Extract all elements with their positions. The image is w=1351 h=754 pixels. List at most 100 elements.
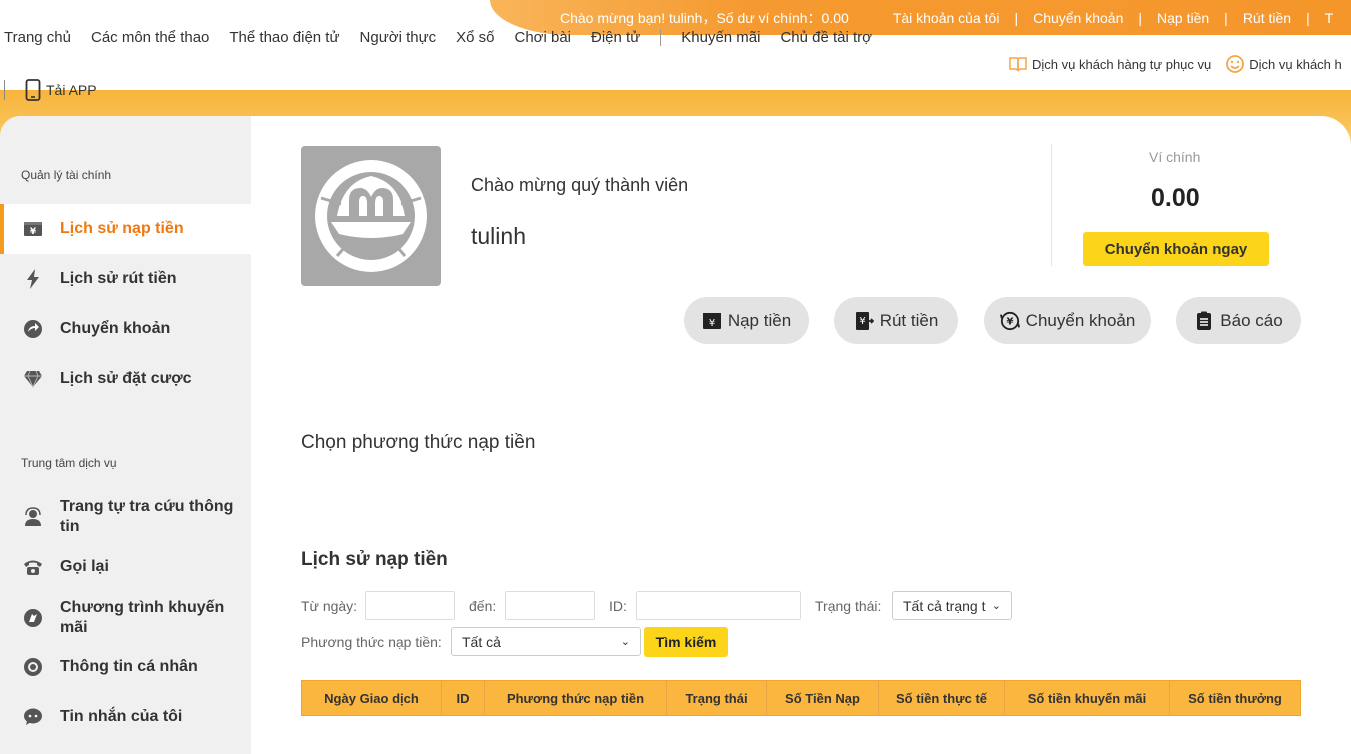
phone-icon — [23, 557, 43, 577]
transfer-button[interactable]: ¥ Chuyển khoản — [984, 297, 1151, 344]
choose-deposit-method-title: Chọn phương thức nạp tiền — [301, 432, 536, 453]
to-date-label: đến: — [469, 598, 497, 614]
service-section-title: Trung tâm dịch vụ — [21, 456, 117, 470]
wallet-balance: 0.00 — [1151, 184, 1200, 212]
sidebar-item-deposit-history[interactable]: ¥ Lịch sử nạp tiền — [0, 204, 251, 254]
nav-divider — [660, 30, 662, 46]
member-emblem-icon — [315, 160, 427, 272]
sidebar-item-label: Tin nhắn của tôi — [60, 708, 183, 725]
wallet-label: Ví chính — [1149, 149, 1201, 165]
history-table-header: Ngày Giao dịch ID Phương thức nạp tiền T… — [301, 680, 1301, 716]
download-app-label: Tải APP — [46, 82, 97, 98]
sidebar-item-promotions[interactable]: Chương trình khuyến mãi — [0, 597, 251, 639]
withdraw-button-label: Rút tiền — [879, 310, 939, 330]
avatar — [301, 146, 441, 286]
svg-text:¥: ¥ — [859, 316, 865, 327]
withdraw-icon: ¥ — [854, 311, 874, 331]
sidebar-item-callback[interactable]: Gọi lại — [0, 557, 251, 577]
yen-card-icon: ¥ — [23, 219, 43, 239]
id-label: ID: — [609, 598, 627, 614]
sidebar-item-profile[interactable]: Thông tin cá nhân — [0, 657, 251, 677]
deposit-link[interactable]: Nạp tiền — [1157, 10, 1209, 26]
sidebar-item-label: Lịch sử đặt cược — [60, 370, 192, 387]
col-deposit-method[interactable]: Phương thức nạp tiền — [485, 681, 667, 715]
withdraw-button[interactable]: ¥ Rút tiền — [834, 297, 958, 344]
nav-slots[interactable]: Điện tử — [591, 26, 640, 50]
from-date-label: Từ ngày: — [301, 598, 358, 614]
status-select[interactable]: Tất cả trạng t ⌄ — [892, 591, 1012, 620]
id-input[interactable] — [636, 591, 801, 620]
from-date-input[interactable] — [365, 591, 455, 620]
transfer-button-label: Chuyển khoản — [1025, 310, 1136, 330]
welcome-balance-text: Chào mừng bạn! tulinh，Số dư ví chính：0.0… — [560, 9, 849, 26]
report-button-label: Báo cáo — [1220, 310, 1283, 330]
my-account-link[interactable]: Tài khoản của tôi — [893, 10, 1000, 26]
sidebar-item-messages[interactable]: Tin nhắn của tôi — [0, 707, 251, 727]
sidebar-item-withdraw-history[interactable]: Lịch sử rút tiền — [0, 269, 251, 289]
col-id[interactable]: ID — [442, 681, 485, 715]
smile-icon — [1225, 54, 1245, 74]
status-label: Trạng thái: — [815, 598, 882, 614]
sidebar-item-label: Chương trình khuyến mãi — [60, 599, 225, 636]
method-label: Phương thức nạp tiền: — [301, 634, 442, 650]
col-transaction-date[interactable]: Ngày Giao dịch — [302, 681, 442, 715]
clipboard-icon — [1194, 311, 1214, 331]
sidebar-item-label: Gọi lại — [60, 558, 109, 575]
col-deposit-amount[interactable]: Số Tiền Nạp — [767, 681, 879, 715]
sidebar-item-label: Lịch sử nạp tiền — [60, 220, 184, 237]
nav-lottery[interactable]: Xổ số — [456, 26, 494, 50]
message-icon — [23, 707, 43, 727]
nav-promotions[interactable]: Khuyến mãi — [681, 26, 760, 50]
nav-esports[interactable]: Thể thao điện tử — [229, 26, 339, 50]
book-icon — [1008, 54, 1028, 74]
sidebar-item-label: Trang tự tra cứu thông tin — [60, 498, 234, 535]
main-nav: Trang chủ Các môn thể thao Thể thao điện… — [4, 26, 892, 50]
svg-text:¥: ¥ — [1006, 316, 1013, 327]
search-button[interactable]: Tìm kiếm — [644, 627, 728, 657]
svg-text:¥: ¥ — [30, 227, 37, 237]
transfer-arrow-icon — [23, 319, 43, 339]
sidebar-item-label: Thông tin cá nhân — [60, 658, 198, 675]
sidebar-item-bet-history[interactable]: Lịch sử đặt cược — [0, 369, 251, 389]
sidebar-item-self-lookup[interactable]: Trang tự tra cứu thông tin — [0, 496, 251, 538]
col-actual-amount[interactable]: Số tiền thực tế — [879, 681, 1005, 715]
col-promo-amount[interactable]: Số tiền khuyến mãi — [1005, 681, 1170, 715]
self-service-link[interactable]: Dịch vụ khách hàng tự phục vụ — [1008, 54, 1211, 74]
transfer-now-button[interactable]: Chuyển khoản ngay — [1083, 232, 1269, 266]
deposit-button-label: Nạp tiền — [727, 310, 792, 330]
chevron-down-icon: ⌄ — [620, 636, 630, 648]
svg-text:¥: ¥ — [709, 318, 715, 329]
nav-card-games[interactable]: Chơi bài — [514, 26, 571, 50]
yen-wallet-icon: ¥ — [702, 311, 722, 331]
deposit-button[interactable]: ¥ Nạp tiền — [684, 297, 809, 344]
service-links: Dịch vụ khách hàng tự phục vụ Dịch vụ kh… — [1008, 54, 1351, 74]
status-select-value: Tất cả trạng t — [903, 597, 986, 614]
more-link[interactable]: T — [1325, 10, 1334, 26]
withdraw-link[interactable]: Rút tiền — [1243, 10, 1291, 26]
username: tulinh — [471, 223, 526, 249]
nav-home[interactable]: Trang chủ — [4, 26, 71, 50]
report-button[interactable]: Báo cáo — [1176, 297, 1301, 344]
customer-service-link[interactable]: Dịch vụ khách h — [1225, 54, 1342, 74]
deposit-history-title: Lịch sử nạp tiền — [301, 549, 448, 570]
mobile-phone-icon — [25, 79, 41, 101]
method-select[interactable]: Tất cả ⌄ — [451, 627, 641, 656]
finance-section-title: Quản lý tài chính — [21, 168, 112, 182]
col-status[interactable]: Trạng thái — [667, 681, 767, 715]
nav-sponsorship[interactable]: Chủ đề tài trợ — [780, 26, 872, 50]
sidebar-item-label: Chuyển khoản — [60, 320, 171, 337]
sidebar-item-transfer[interactable]: Chuyển khoản — [0, 319, 251, 339]
chevron-down-icon: ⌄ — [991, 600, 1001, 612]
promo-icon — [23, 608, 43, 628]
download-app-link[interactable]: Tải APP — [0, 79, 97, 101]
transfer-link[interactable]: Chuyển khoản — [1033, 10, 1123, 26]
to-date-input[interactable] — [505, 591, 595, 620]
nav-live-casino[interactable]: Người thực — [360, 26, 437, 50]
sidebar: Quản lý tài chính ¥ Lịch sử nạp tiền Lịc… — [0, 116, 251, 754]
col-bonus-amount[interactable]: Số tiền thưởng — [1170, 681, 1300, 715]
support-agent-icon — [23, 507, 43, 527]
currency-exchange-icon: ¥ — [999, 311, 1020, 331]
nav-sports[interactable]: Các môn thể thao — [91, 26, 209, 50]
wallet-divider — [1051, 144, 1052, 266]
profile-icon — [23, 657, 43, 677]
